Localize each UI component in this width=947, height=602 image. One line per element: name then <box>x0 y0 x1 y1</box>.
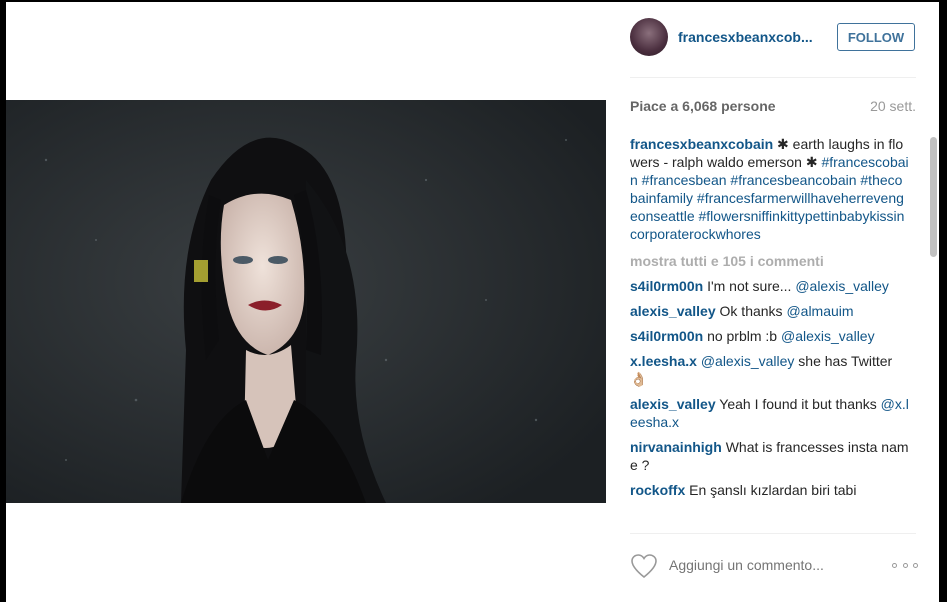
post-sidebar: francesxbeanxcob... FOLLOW Piace a 6,068… <box>630 0 916 600</box>
comment-username[interactable]: s4il0rm00n <box>630 278 703 294</box>
comment-username[interactable]: x.leesha.x <box>630 353 697 369</box>
comment-item: alexis_valley Yeah I found it but thanks… <box>630 395 910 431</box>
post-photo[interactable] <box>6 100 606 503</box>
post-age[interactable]: 20 sett. <box>870 98 916 114</box>
comment-text: En şanslı kızlardan biri tabi <box>689 482 857 498</box>
comment-item: rockoffx En şanslı kızlardan biri tabi <box>630 481 910 499</box>
caption-username[interactable]: francesxbeanxcobain <box>630 136 773 152</box>
header-username[interactable]: francesxbeanxcob... <box>678 29 828 45</box>
caption: francesxbeanxcobain ✱ earth laughs in fl… <box>630 135 910 243</box>
comment-text: I'm not sure... <box>707 278 796 294</box>
footer-divider <box>630 533 916 534</box>
comment-item: s4il0rm00n I'm not sure... @alexis_valle… <box>630 277 910 295</box>
avatar[interactable] <box>630 18 668 56</box>
comment-username[interactable]: rockoffx <box>630 482 685 498</box>
comment-username[interactable]: nirvanainhigh <box>630 439 722 455</box>
comment-item: nirvanainhigh What is francesses insta n… <box>630 438 910 474</box>
likes-count[interactable]: Piace a 6,068 persone <box>630 98 776 114</box>
header-divider <box>630 77 916 78</box>
comments-scrollbar[interactable] <box>930 137 937 257</box>
comment-username[interactable]: s4il0rm00n <box>630 328 703 344</box>
comment-item: s4il0rm00n no prblm :b @alexis_valley <box>630 327 910 345</box>
heart-outline-icon[interactable] <box>630 553 658 579</box>
dot-2 <box>902 562 908 568</box>
more-options-icon[interactable] <box>892 561 918 569</box>
show-all-comments-link[interactable]: mostra tutti e 105 i commenti <box>630 252 910 270</box>
comment-username[interactable]: alexis_valley <box>630 396 716 412</box>
comment-mention[interactable]: @alexis_valley <box>701 353 795 369</box>
photo-area <box>6 2 606 602</box>
comment-mention[interactable]: @alexis_valley <box>795 278 889 294</box>
comment-item: alexis_valley Ok thanks @almauim <box>630 302 910 320</box>
post-photo-image <box>6 100 606 503</box>
follow-button[interactable]: FOLLOW <box>837 23 915 51</box>
comment-text: Ok thanks <box>719 303 787 319</box>
comment-text: Yeah I found it but thanks <box>719 396 881 412</box>
comment-text: no prblm :b <box>707 328 781 344</box>
dot-3 <box>913 562 918 568</box>
comment-mention[interactable]: @almauim <box>786 303 853 319</box>
add-comment-input[interactable] <box>669 557 869 573</box>
post-header: francesxbeanxcob... FOLLOW <box>630 16 916 66</box>
comment-item: x.leesha.x @alexis_valley she has Twitte… <box>630 352 910 388</box>
dot-1 <box>892 562 897 568</box>
comment-username[interactable]: alexis_valley <box>630 303 716 319</box>
comments-list: francesxbeanxcobain ✱ earth laughs in fl… <box>630 135 910 531</box>
comment-mention[interactable]: @alexis_valley <box>781 328 875 344</box>
